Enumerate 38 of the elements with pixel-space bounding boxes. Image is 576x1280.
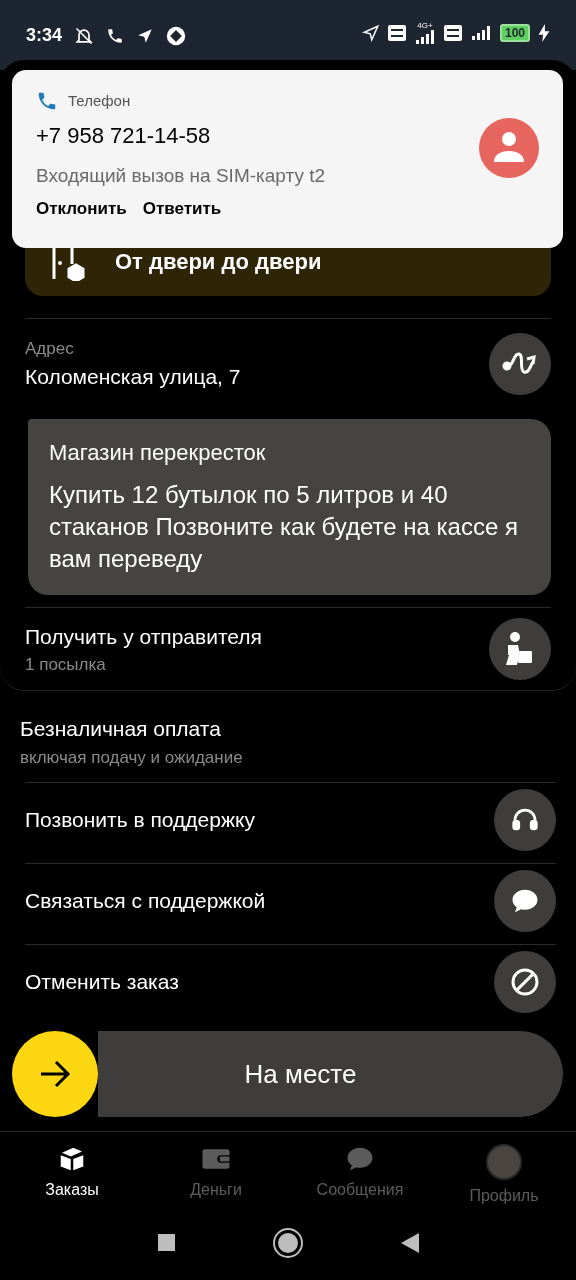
signal-icon [469, 25, 492, 41]
address-label: Адрес [25, 337, 75, 360]
bell-off-icon [74, 25, 95, 46]
volte-icon [387, 25, 406, 41]
pickup-title: Получить у отправителя [25, 623, 262, 650]
phone-icon [106, 26, 125, 45]
notification-action[interactable]: Отклонить [36, 196, 127, 222]
pickup-subtitle: 1 посылка [25, 654, 107, 676]
comment-text: Купить 12 бутылок по 5 литров и 40 стаканов Позвоните как будете на кассе я вам переведу [49, 480, 519, 574]
navigation-arrow-icon [136, 26, 155, 45]
charging-icon [538, 24, 550, 42]
back-button[interactable] [400, 1232, 419, 1253]
comment-title: Магазин перекресток [49, 439, 267, 467]
recents-button[interactable] [157, 1234, 175, 1251]
tariff-title: От двери до двери [115, 247, 322, 276]
app-status-icon [166, 25, 187, 46]
avatar-placeholder [486, 1144, 522, 1180]
arrived-button[interactable]: На месте [98, 1031, 563, 1117]
action-label[interactable]: Связаться с поддержкой [25, 885, 266, 917]
payment-title: Безналичная оплата [20, 716, 222, 742]
notification-app-name: Телефон [68, 91, 131, 111]
status-time: 3:34 [26, 24, 63, 47]
address-text: Коломенская улица, 7 [25, 364, 241, 390]
action-label[interactable]: Позвонить в поддержку [25, 804, 255, 836]
payment-subtitle: включая подачу и ожидание [20, 746, 244, 769]
battery-level: 100 [499, 24, 530, 42]
home-button[interactable] [274, 1229, 301, 1256]
volte-icon [443, 25, 462, 41]
arrow-right-icon [38, 1059, 72, 1089]
cancel-icon [509, 966, 541, 998]
network-type: 4G+ [417, 22, 433, 30]
location-icon [361, 24, 380, 42]
nav-tab[interactable]: Заказы [0, 1144, 144, 1211]
caller-number: +7 958 721-14-58 [36, 121, 212, 150]
action-label[interactable]: Отменить заказ [25, 966, 179, 998]
signal-icon [413, 30, 436, 44]
notification-text: Входящий вызов на SIM-карту t2 [36, 163, 326, 188]
notification-action[interactable]: Ответить [142, 196, 222, 222]
